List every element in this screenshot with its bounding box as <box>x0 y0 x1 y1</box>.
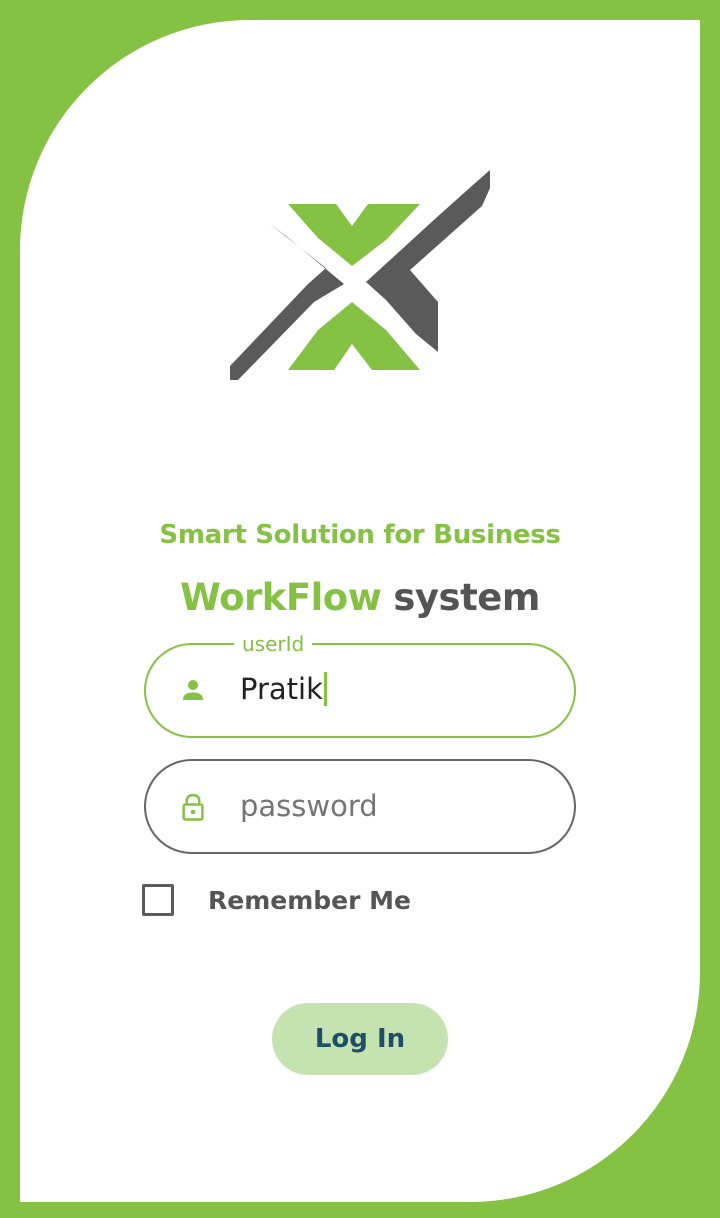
remember-me-label[interactable]: Remember Me <box>208 886 411 915</box>
brand-word-workflow: WorkFlow <box>180 576 382 619</box>
tagline: Smart Solution for Business <box>159 520 561 550</box>
brand-title: WorkFlow system <box>0 576 720 619</box>
text-caret <box>323 672 327 706</box>
lock-icon <box>182 793 204 821</box>
login-button[interactable]: Log In <box>272 1003 448 1075</box>
userid-field[interactable]: userId Pratik <box>144 632 576 738</box>
userid-input[interactable]: Pratik <box>240 669 327 709</box>
userid-label: userId <box>234 632 313 656</box>
x-logo-icon <box>230 170 490 380</box>
person-icon <box>183 680 203 700</box>
app-frame: Smart Solution for Business WorkFlow syst… <box>0 0 720 1218</box>
userid-value: Pratik <box>240 672 323 706</box>
remember-me[interactable]: Remember Me <box>142 884 411 916</box>
remember-me-checkbox[interactable] <box>142 884 174 916</box>
brand-word-system: system <box>393 576 540 619</box>
password-field[interactable] <box>144 759 576 854</box>
password-input[interactable] <box>240 786 540 826</box>
